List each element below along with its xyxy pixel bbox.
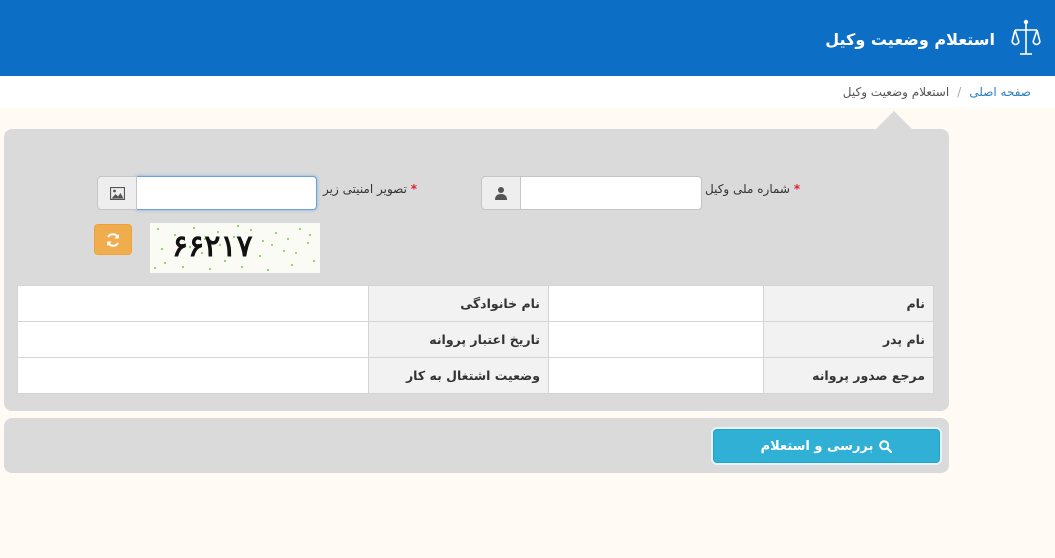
captcha-text: ۶۶۲۱۷	[172, 229, 253, 264]
search-button[interactable]: بررسی و استعلام	[713, 429, 940, 463]
table-value-cell	[548, 357, 764, 394]
user-icon	[495, 187, 507, 200]
national-id-label: * شماره ملی وکیل	[705, 182, 801, 196]
table-key-cell: نام پدر	[763, 321, 934, 358]
breadcrumb: صفحه اصلی / استعلام وضعیت وکیل	[0, 76, 1055, 108]
captcha-label: * تصویر امنیتی زیر	[323, 182, 418, 196]
iran-emblem-icon	[1011, 19, 1041, 55]
search-icon	[879, 439, 893, 453]
table-value-cell	[548, 285, 764, 322]
refresh-icon	[107, 232, 119, 247]
breadcrumb-home-link[interactable]: صفحه اصلی	[969, 85, 1031, 99]
table-key-cell: تاریخ اعتبار پروانه	[368, 321, 549, 358]
table-key-cell: وضعیت اشتغال به کار	[368, 357, 549, 394]
table-value-cell	[17, 321, 369, 358]
app-header: استعلام وضعیت وکیل	[0, 0, 1055, 76]
image-icon	[109, 186, 125, 200]
table-value-cell	[17, 357, 369, 394]
image-icon-addon	[97, 176, 137, 210]
panel-pointer	[876, 111, 912, 129]
table-value-cell	[548, 321, 764, 358]
user-icon-addon	[481, 176, 521, 210]
table-key-cell: نام	[763, 285, 934, 322]
table-key-cell: نام خانوادگی	[368, 285, 549, 322]
table-row: مرجع صدور پروانه وضعیت اشتغال به کار	[17, 357, 934, 394]
lawyer-info-table: نام نام خانوادگی نام پدر تاریخ اعتبار پر…	[17, 285, 934, 394]
table-row: نام پدر تاریخ اعتبار پروانه	[17, 321, 934, 358]
refresh-captcha-button[interactable]	[94, 224, 132, 255]
captcha-image: ۶۶۲۱۷	[150, 223, 320, 273]
breadcrumb-separator: /	[957, 85, 962, 99]
search-button-label: بررسی و استعلام	[760, 438, 874, 454]
table-row: نام نام خانوادگی	[17, 285, 934, 322]
page-title: استعلام وضعیت وکیل	[825, 30, 995, 49]
breadcrumb-current: استعلام وضعیت وکیل	[842, 85, 950, 99]
table-key-cell: مرجع صدور پروانه	[763, 357, 934, 394]
table-value-cell	[17, 285, 369, 322]
national-id-input[interactable]	[520, 176, 702, 210]
captcha-input[interactable]	[136, 176, 317, 210]
